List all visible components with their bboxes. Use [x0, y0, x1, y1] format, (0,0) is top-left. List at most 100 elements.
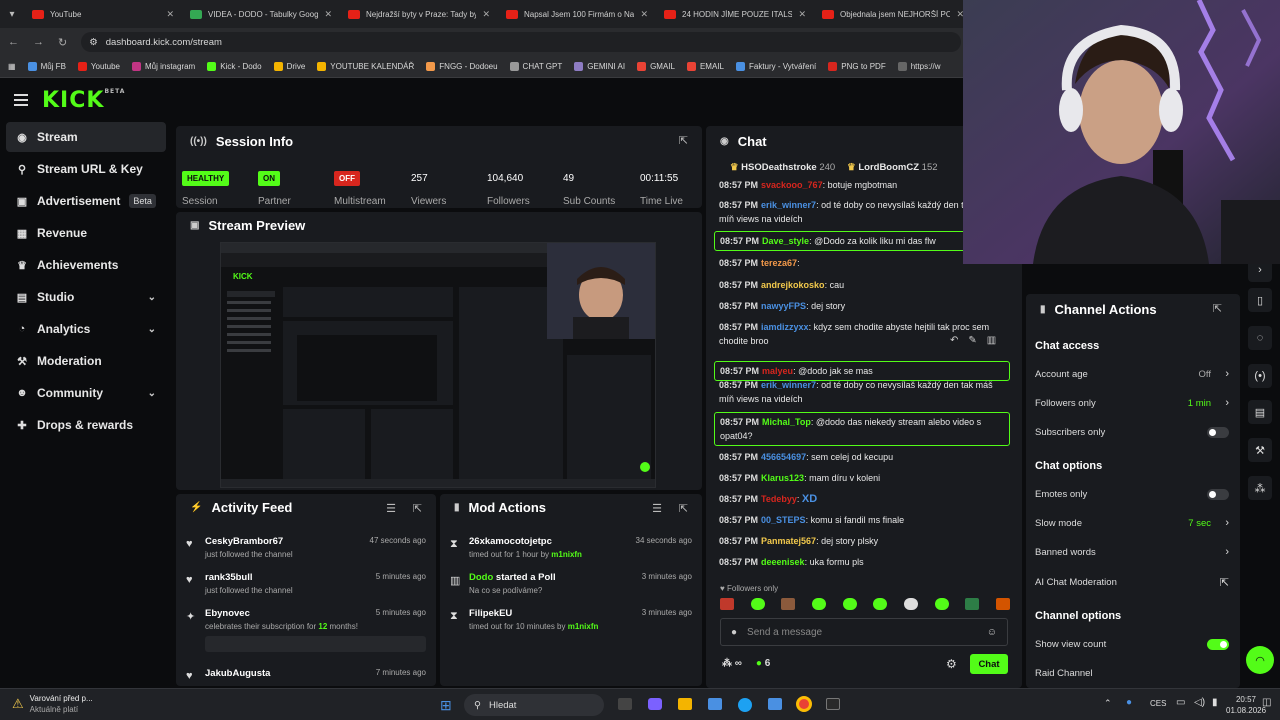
- chat-username[interactable]: 456654697: [761, 452, 806, 462]
- emote[interactable]: [750, 598, 765, 610]
- tray-chevron-icon[interactable]: ⌃: [1104, 698, 1112, 709]
- address-bar[interactable]: ⚙ dashboard.kick.com/stream: [81, 32, 962, 52]
- sidebar-item-stream[interactable]: ◉ Stream: [6, 122, 166, 152]
- chat-username[interactable]: deeenisek: [761, 557, 805, 567]
- sidebar-item-studio[interactable]: ▤ Studio ⌄: [6, 282, 166, 312]
- popout-icon[interactable]: ⇱: [679, 134, 688, 147]
- emote[interactable]: [934, 598, 949, 610]
- infinity-icon[interactable]: ⁂ ∞: [722, 658, 742, 669]
- forward-icon[interactable]: →: [33, 36, 44, 48]
- settings-icon[interactable]: ⚙: [946, 657, 957, 671]
- chat-message[interactable]: 08:57 PM andrejkokosko: cau: [714, 278, 1010, 292]
- chat-message[interactable]: 08:57 PM Michal_Top: @dodo das niekedy st…: [714, 412, 1010, 446]
- bookmark[interactable]: https://w: [897, 62, 941, 71]
- battery-icon[interactable]: ▮: [1212, 697, 1218, 708]
- chat-message[interactable]: 08:57 PM 00_STEPS: komu si fandil ms fina…: [714, 513, 1010, 527]
- sidebar-item-community[interactable]: ☻ Community ⌄: [6, 378, 166, 408]
- popout-icon[interactable]: ⇱: [679, 502, 688, 515]
- notification-icon[interactable]: ◫: [1262, 697, 1271, 708]
- broadcast-icon[interactable]: (•): [1248, 364, 1272, 388]
- volume-icon[interactable]: ◁): [1194, 697, 1205, 708]
- taskbar-search[interactable]: ⚲ Hledat: [464, 694, 604, 716]
- hammer-icon[interactable]: ⚒: [1248, 438, 1272, 462]
- file-explorer-icon[interactable]: [678, 698, 692, 710]
- pin-icon[interactable]: ✎: [968, 335, 976, 346]
- emote[interactable]: [842, 598, 857, 610]
- chat-username[interactable]: erik_winner7: [761, 200, 816, 210]
- document-icon[interactable]: ▯: [1248, 288, 1272, 312]
- chat-username[interactable]: Dave_style: [762, 236, 809, 246]
- chat-username[interactable]: nawyyFPS: [761, 301, 806, 311]
- emote-picker-icon[interactable]: ●: [731, 627, 737, 638]
- chat-username[interactable]: Michal_Top: [762, 417, 811, 427]
- sidebar-item-revenue[interactable]: ▦ Revenue: [6, 218, 166, 248]
- slow-mode-setting[interactable]: Slow mode 7 sec ›: [1035, 515, 1231, 531]
- chrome-icon[interactable]: [796, 696, 812, 712]
- browser-tab[interactable]: YouTube ✕: [24, 0, 182, 28]
- network-icon[interactable]: ▭: [1176, 697, 1185, 708]
- delete-icon[interactable]: ▥: [987, 335, 996, 346]
- kick-logo[interactable]: KICKBETA: [42, 88, 125, 113]
- back-icon[interactable]: ←: [8, 36, 19, 48]
- browser-tab[interactable]: VIDEA - DODO - Tabulky Googl ✕: [182, 0, 340, 28]
- subscribers-only-setting[interactable]: Subscribers only: [1035, 424, 1231, 440]
- clock[interactable]: 20:57 01.08.2026: [1226, 694, 1266, 716]
- bookmark[interactable]: Drive: [273, 62, 305, 71]
- site-info-icon[interactable]: ⚙: [89, 37, 98, 48]
- chat-input[interactable]: ● Send a message ☺: [720, 618, 1008, 646]
- chat-username[interactable]: erik_winner7: [761, 380, 816, 390]
- emote[interactable]: [781, 598, 796, 610]
- bookmark[interactable]: YOUTUBE KALENDÁŘ: [317, 62, 414, 71]
- chat-username[interactable]: Tedebyy: [761, 494, 797, 504]
- close-icon[interactable]: ✕: [798, 9, 806, 20]
- sidebar-item-moderation[interactable]: ⚒ Moderation: [6, 346, 166, 376]
- bookmark[interactable]: GEMINI AI: [574, 62, 625, 71]
- chat-message[interactable]: 08:57 PM 456654697: sem celej od kecupu: [714, 450, 1010, 464]
- chat-send-button[interactable]: Chat: [970, 654, 1008, 674]
- emotes-only-toggle[interactable]: [1207, 488, 1229, 500]
- banned-words-setting[interactable]: Banned words ›: [1035, 544, 1231, 560]
- bookmark[interactable]: PNG to PDF: [828, 62, 886, 71]
- browser-tab[interactable]: 24 HODIN JÍME POUZE ITALSK ✕: [656, 0, 814, 28]
- bookmark[interactable]: CHAT GPT: [509, 62, 562, 71]
- control-panel-icon[interactable]: [708, 698, 722, 710]
- close-icon[interactable]: ✕: [640, 9, 648, 20]
- bookmark[interactable]: Faktury - Vytváření: [735, 62, 816, 71]
- copilot-icon[interactable]: [648, 698, 662, 710]
- browser-tab[interactable]: Nejdražší byty v Praze: Tady by ✕: [340, 0, 498, 28]
- menu-icon[interactable]: [14, 94, 28, 106]
- bookmark[interactable]: Můj instagram: [131, 62, 195, 71]
- chat-message[interactable]: 08:57 PM Panmatej567: dej story plsky: [714, 534, 1010, 548]
- user-icon[interactable]: ⁂: [1248, 476, 1272, 500]
- emote[interactable]: [873, 598, 888, 610]
- support-icon[interactable]: ◠: [1246, 646, 1274, 674]
- subscribers-only-toggle[interactable]: [1207, 426, 1229, 438]
- account-age-setting[interactable]: Account age Off ›: [1035, 366, 1231, 382]
- chat-message[interactable]: 08:57 PM deeenisek: uka formu pls: [714, 555, 1010, 569]
- sidebar-item-advertisement[interactable]: ▣ Advertisement Beta: [6, 186, 166, 216]
- sidebar-item-achievements[interactable]: ♛ Achievements: [6, 250, 166, 280]
- card-icon[interactable]: ▤: [1248, 400, 1272, 424]
- chat-username[interactable]: svackooo_767: [761, 180, 823, 190]
- followers-only-setting[interactable]: Followers only 1 min ›: [1035, 395, 1231, 411]
- browser-tab[interactable]: Napsal Jsem 100 Firmám o Na ✕: [498, 0, 656, 28]
- chat-bubble-icon[interactable]: ◌: [1248, 326, 1272, 350]
- ai-moderation-setting[interactable]: AI Chat Moderation ⇱: [1035, 574, 1231, 590]
- bookmark[interactable]: FNGG - Dodoeu: [426, 62, 498, 71]
- chat-username[interactable]: 00_STEPS: [761, 515, 806, 525]
- chat-message[interactable]: 08:57 PM Tedebyy: XD: [714, 492, 1010, 506]
- sidebar-item-drops-rewards[interactable]: ✚ Drops & rewards: [6, 410, 166, 440]
- close-icon[interactable]: ✕: [324, 9, 332, 20]
- app-icon[interactable]: [826, 698, 840, 710]
- filter-icon[interactable]: ☰: [386, 502, 396, 515]
- store-icon[interactable]: [768, 698, 782, 710]
- emote[interactable]: [720, 598, 734, 610]
- edge-icon[interactable]: [738, 698, 752, 712]
- chat-username[interactable]: Panmatej567: [761, 536, 816, 546]
- emoji-icon[interactable]: ☺: [987, 627, 997, 638]
- reply-icon[interactable]: ↶: [950, 335, 958, 346]
- chat-message[interactable]: 08:57 PM erik_winner7: od té doby co nevy…: [714, 378, 1010, 406]
- bookmark[interactable]: Kick - Dodo: [207, 62, 262, 71]
- bookmark[interactable]: Můj FB: [27, 62, 66, 71]
- reload-icon[interactable]: ↻: [58, 36, 67, 49]
